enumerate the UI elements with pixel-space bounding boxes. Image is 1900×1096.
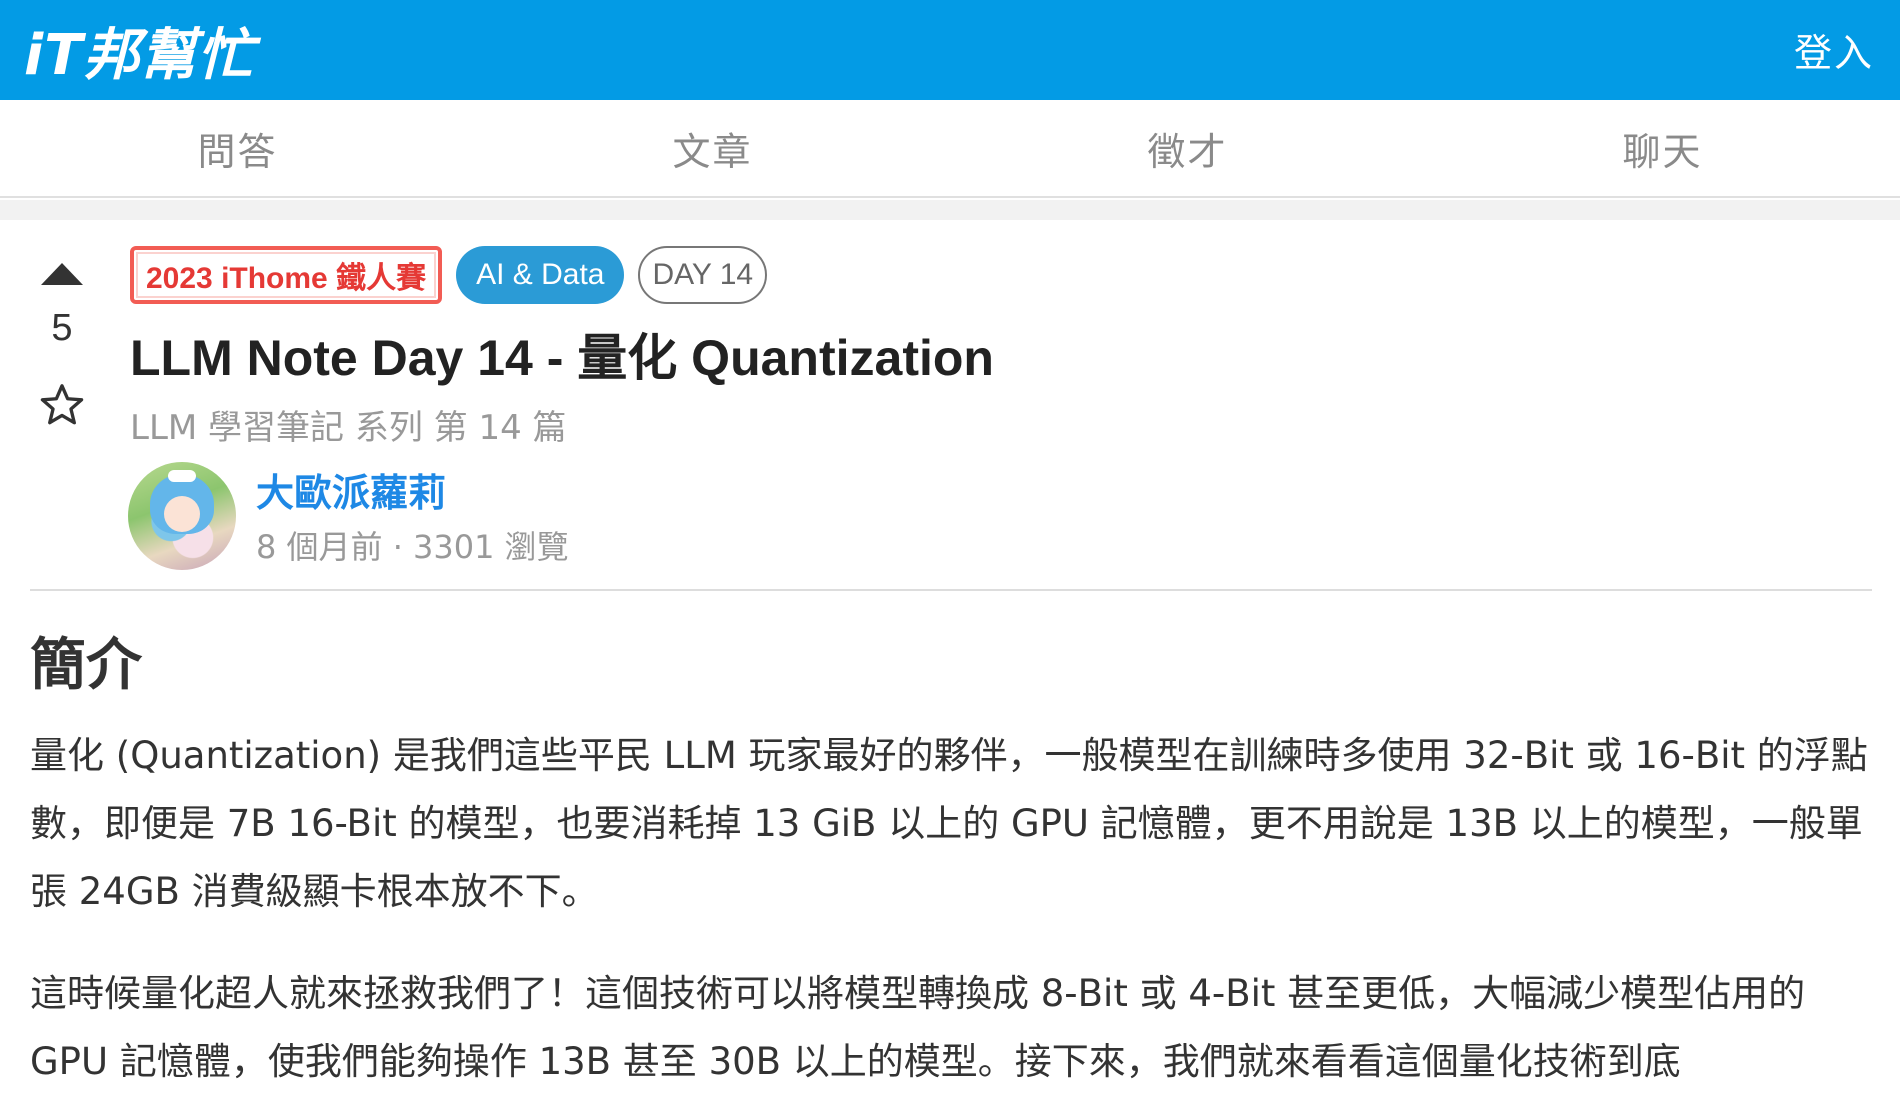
divider (30, 589, 1872, 591)
tag-category[interactable]: AI & Data (456, 246, 625, 304)
site-logo-text: iT邦幫忙 (24, 22, 255, 88)
paragraph-intro-2: 這時候量化超人就來拯救我們了！這個技術可以將模型轉換成 8-Bit 或 4-Bi… (30, 972, 1806, 1083)
author-name[interactable]: 大歐派蘿莉 (256, 462, 446, 517)
article-title: LLM Note Day 14 - 量化 Quantization (130, 330, 994, 386)
paragraph-intro-1: 量化 (Quantization) 是我們這些平民 LLM 玩家最好的夥伴，一般… (30, 734, 1868, 913)
avatar-bow (168, 470, 196, 482)
upvote-icon[interactable] (41, 263, 83, 285)
nav-item-qa[interactable]: 問答 (0, 100, 475, 196)
avatar-face (164, 496, 200, 532)
nav-item-jobs[interactable]: 徵才 (950, 100, 1425, 196)
site-logo[interactable]: iT邦幫忙 (24, 14, 254, 88)
section-separator (0, 200, 1900, 220)
series-link[interactable]: LLM 學習筆記 系列 第 14 篇 (130, 400, 567, 449)
main-nav: 問答 文章 徵才 聊天 (0, 100, 1900, 198)
nav-item-chat[interactable]: 聊天 (1425, 100, 1900, 196)
vote-count: 5 (51, 307, 73, 349)
vote-panel: 5 (30, 255, 94, 430)
section-title: 簡介 (30, 633, 142, 698)
article-meta: 8 個月前 · 3301 瀏覽 (256, 528, 569, 566)
star-icon[interactable] (37, 380, 87, 430)
tag-ironman[interactable]: 2023 iThome 鐵人賽 (130, 246, 443, 304)
top-header: iT邦幫忙 登入 (0, 0, 1900, 100)
tag-day: DAY 14 (638, 246, 768, 304)
article-tags: 2023 iThome 鐵人賽 AI & Data DAY 14 (130, 246, 768, 304)
login-button[interactable]: 登入 (1794, 22, 1874, 77)
avatar[interactable] (128, 462, 236, 570)
nav-item-articles[interactable]: 文章 (475, 100, 950, 196)
